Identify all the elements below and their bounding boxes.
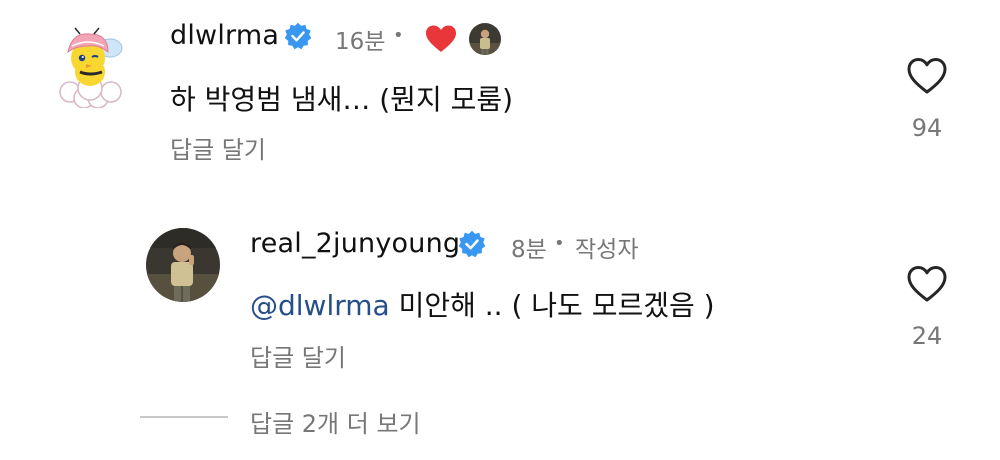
heart-outline-icon [907, 266, 947, 302]
view-more-replies-divider [140, 416, 228, 418]
view-more-replies-button[interactable]: 답글 2개 더 보기 [250, 404, 421, 439]
cartoon-bird-avatar-icon [59, 27, 123, 109]
person-photo-avatar-icon [146, 228, 220, 302]
reply-comment: real_2junyoung 8분 • 작성자 @dlwlrma 미안해 .. … [0, 190, 1000, 390]
comment: dlwlrma 16분 • 하 박영범 냄새… (뭔지 모룸) 답글 달기 94 [0, 0, 1000, 190]
comment-body: 미안해 .. ( 나도 모르겠음 ) [389, 289, 715, 322]
comment-text: 하 박영범 냄새… (뭔지 모룸) [170, 83, 514, 116]
avatar[interactable] [48, 26, 130, 109]
comment-text: @dlwlrma 미안해 .. ( 나도 모르겠음 ) [250, 284, 715, 324]
heart-outline-icon [907, 58, 947, 94]
comment-timestamp: 8분 [511, 237, 547, 263]
like-count: 24 [911, 322, 943, 350]
verified-badge-icon [458, 230, 486, 258]
reply-button[interactable]: 답글 달기 [250, 338, 346, 373]
reply-button[interactable]: 답글 달기 [170, 130, 266, 165]
separator-dot: • [554, 233, 565, 254]
verified-badge-icon [284, 22, 312, 50]
comment-username[interactable]: real_2junyoung [250, 228, 460, 259]
person-photo-avatar-icon [469, 23, 501, 55]
comment-timestamp: 16분 [335, 29, 386, 55]
avatar[interactable] [146, 228, 220, 302]
like-button[interactable] [906, 56, 948, 96]
creator-liked-heart-icon [425, 24, 457, 54]
separator-dot: • [393, 25, 404, 46]
comment-username[interactable]: dlwlrma [170, 20, 279, 51]
like-button[interactable] [906, 264, 948, 304]
mention-link[interactable]: @dlwlrma [250, 289, 390, 322]
like-count: 94 [911, 114, 943, 142]
creator-mini-avatar [469, 23, 501, 55]
author-badge: 작성자 [575, 237, 639, 263]
